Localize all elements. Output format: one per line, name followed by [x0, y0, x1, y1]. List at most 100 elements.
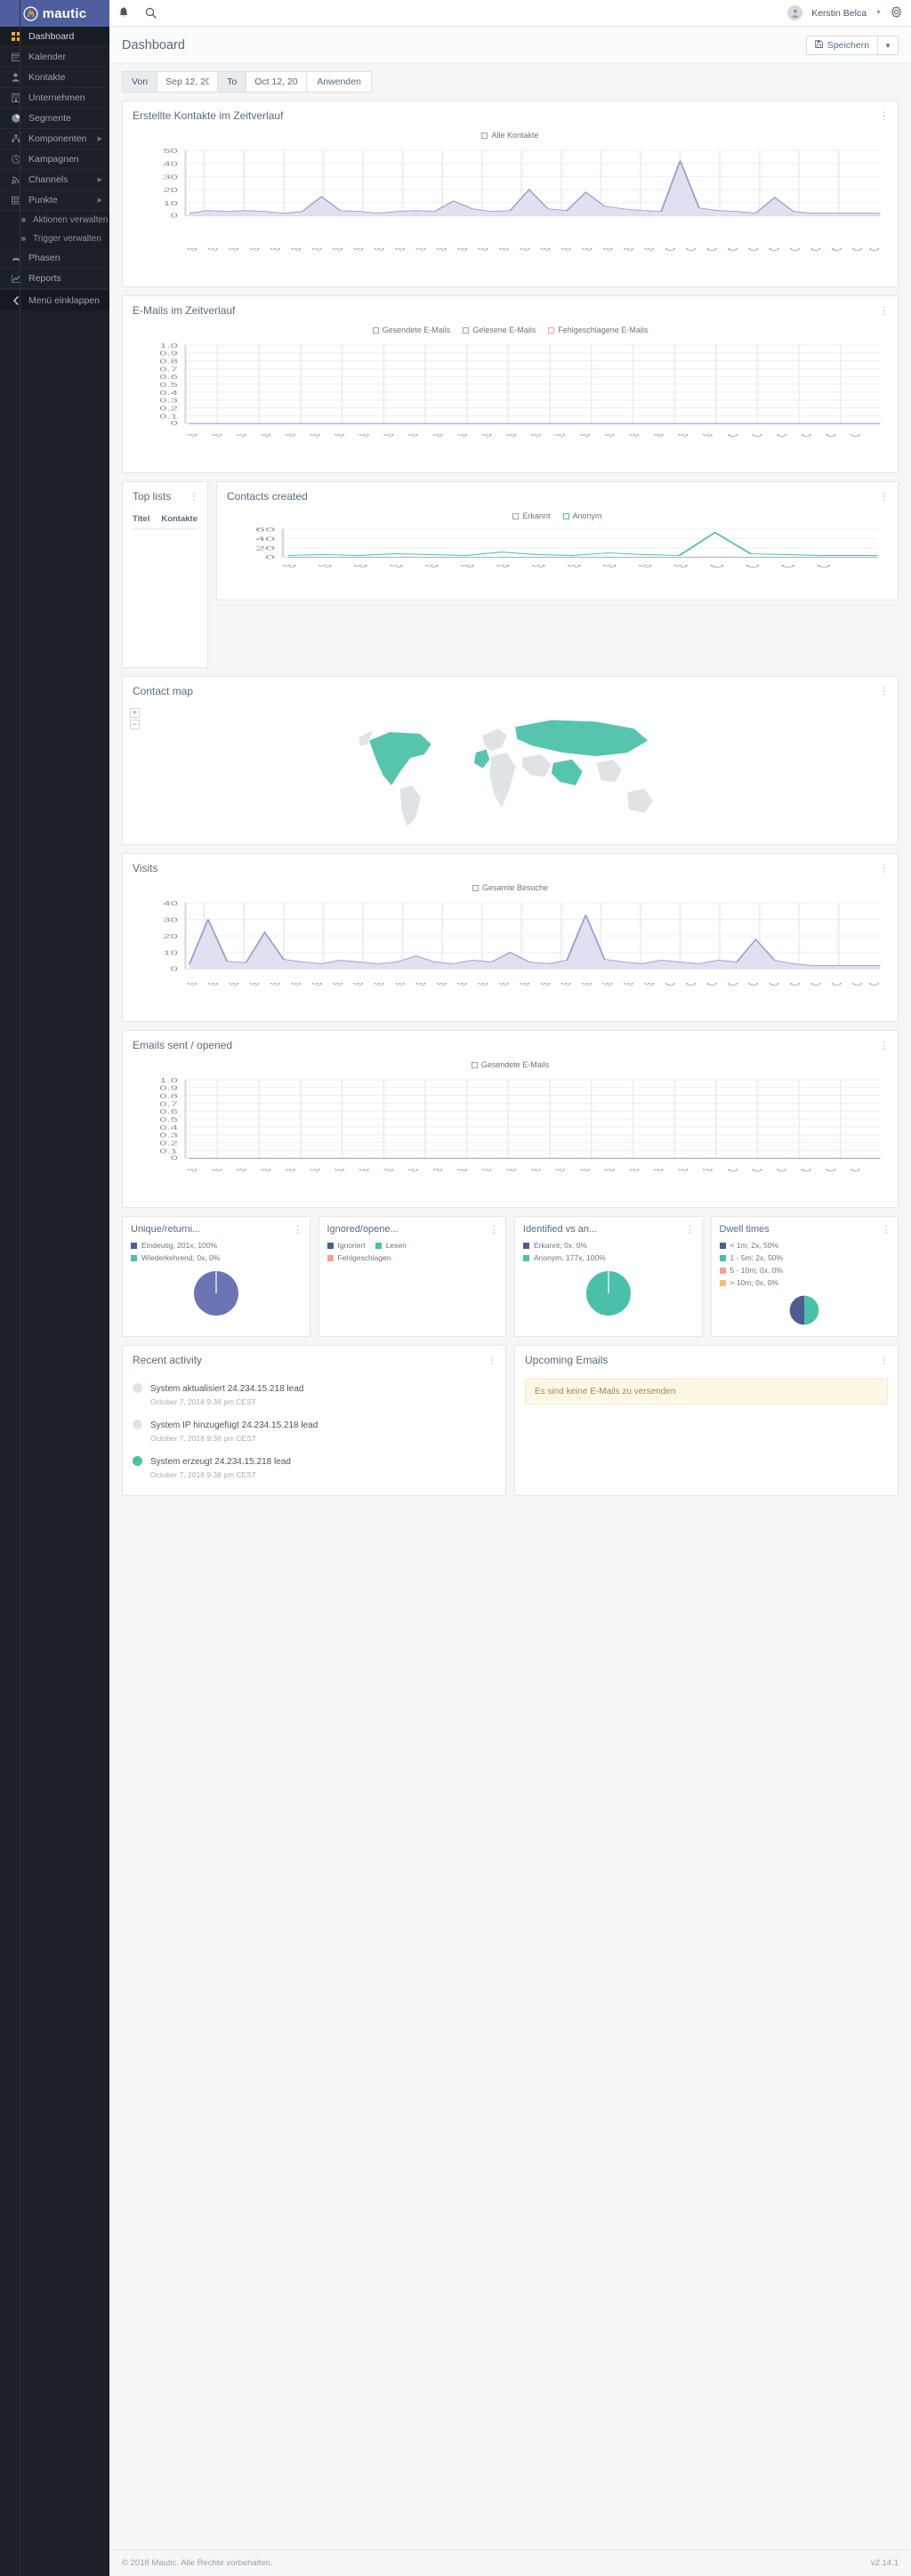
map-zoom-out-button[interactable]: −	[130, 720, 140, 729]
widget-header: Emails sent / opened ⋮	[123, 1031, 898, 1057]
date-from-input[interactable]	[157, 72, 219, 92]
legend-item[interactable]: Erkannt	[512, 511, 551, 520]
caret-down-icon[interactable]: ▼	[875, 10, 882, 16]
widget-title: Ignored/opene...	[327, 1224, 399, 1235]
svg-text:0.7: 0.7	[159, 366, 178, 373]
legend-item[interactable]: Gesendete E-Mails	[372, 326, 450, 334]
copyright-text: © 2018 Mautic. Alle Rechte vorbehalten.	[122, 2558, 273, 2568]
legend-item[interactable]: Gelesene E-Mails	[463, 326, 536, 334]
bell-icon[interactable]	[118, 7, 129, 19]
legend-item[interactable]: Gesamte Besuche	[472, 883, 548, 892]
chart-area: 50 40 30 20 10 0 Sep 8, 18Sep 9, 18	[133, 143, 888, 278]
kebab-icon[interactable]: ⋮	[881, 1224, 891, 1235]
legend-item[interactable]: Anonym	[562, 511, 602, 520]
widget-header: Visits ⋮	[123, 854, 898, 880]
kebab-icon[interactable]: ⋮	[487, 1355, 497, 1365]
widget-emails-over-time: E-Mails im Zeitverlauf ⋮ Gesendete E-Mai…	[122, 295, 899, 473]
sidebar-item-segmente[interactable]: Segmente	[0, 109, 109, 129]
kebab-icon[interactable]: ⋮	[879, 1040, 890, 1051]
sidebar-item-komponenten[interactable]: Komponenten ▶	[0, 129, 109, 149]
kebab-icon[interactable]: ⋮	[879, 305, 890, 316]
legend-item[interactable]: Gesendete E-Mails	[471, 1060, 550, 1069]
legend-swatch	[481, 132, 488, 139]
dashboard-content: Erstellte Kontakte im Zeitverlauf ⋮ Alle…	[109, 93, 911, 1504]
column-header-contacts: Kontakte	[153, 510, 198, 529]
sidebar-item-kalender[interactable]: Kalender	[0, 47, 109, 68]
widget-header: Recent activity ⋮	[123, 1346, 505, 1372]
sidebar-subitem-trigger-verwalten[interactable]: Trigger verwalten	[0, 229, 109, 248]
sidebar-collapse-button[interactable]: Menü einklappen	[0, 289, 109, 310]
avatar[interactable]	[787, 5, 803, 20]
dwell-times-pie	[789, 1295, 819, 1325]
sidebar-subitem-aktionen-verwalten[interactable]: Aktionen verwalten	[0, 211, 109, 229]
svg-text:0.5: 0.5	[159, 1117, 178, 1123]
save-button[interactable]: Speichern	[805, 36, 879, 55]
kebab-icon[interactable]: ⋮	[879, 686, 890, 696]
widget-header: Unique/returni... ⋮	[123, 1217, 310, 1238]
widget-header: Dwell times ⋮	[712, 1217, 899, 1238]
save-dropdown-button[interactable]: ▼	[878, 36, 899, 55]
legend-swatch	[523, 1242, 529, 1249]
kebab-icon[interactable]: ⋮	[879, 491, 890, 502]
legend-label: Wiederkehrend, 0x, 0%	[141, 1253, 221, 1263]
legend-label: Gelesene E-Mails	[472, 326, 536, 334]
apply-button[interactable]: Anwenden	[307, 72, 371, 92]
chart-legend: Gesendete E-Mails Gelesene E-Mails Fehlg…	[133, 326, 888, 334]
sidebar-item-reports[interactable]: Reports	[0, 269, 109, 289]
user-name-label[interactable]: Kerstin Belca	[811, 8, 867, 19]
kebab-icon[interactable]: ⋮	[685, 1224, 696, 1235]
widget-title: Dwell times	[719, 1224, 770, 1235]
legend-label: Gesendete E-Mails	[480, 1060, 550, 1069]
svg-text:0: 0	[265, 554, 275, 560]
widget-visits: Visits ⋮ Gesamte Besuche 40 30 20 10 0	[122, 853, 899, 1022]
widget-identified-vs-anonymous: Identified vs an... ⋮ Erkannt; 0x, 0% An…	[514, 1216, 703, 1338]
sidebar-item-unternehmen[interactable]: Unternehmen	[0, 88, 109, 109]
svg-text:30: 30	[163, 174, 178, 181]
x-axis-labels: Sep 8, 18Sep 9, 18 Sep 10, 18Sep 11, 18 …	[184, 248, 888, 253]
kebab-icon[interactable]: ⋮	[293, 1224, 303, 1235]
date-to-label: To	[218, 72, 247, 92]
sidebar-item-dashboard[interactable]: Dashboard	[0, 27, 109, 47]
legend-swatch	[719, 1242, 726, 1249]
kebab-icon[interactable]: ⋮	[879, 110, 890, 121]
kebab-icon[interactable]: ⋮	[189, 491, 199, 502]
kebab-icon[interactable]: ⋮	[879, 1355, 890, 1365]
widget-emails-sent-opened: Emails sent / opened ⋮ Gesendete E-Mails	[122, 1030, 899, 1208]
widget-ignored-opened: Ignored/opene... ⋮ Ignoriert Lesen Fehlg	[318, 1216, 506, 1338]
map-zoom-in-button[interactable]: +	[130, 708, 140, 718]
sidebar-item-phasen[interactable]: Phasen	[0, 248, 109, 269]
sidebar-item-label: Phasen	[28, 253, 60, 263]
svg-text:0.1: 0.1	[159, 414, 178, 420]
widget-unique-returning: Unique/returni... ⋮ Eindeutig, 201x, 100…	[122, 1216, 310, 1338]
bullet-icon	[21, 218, 26, 222]
list-item[interactable]: System IP hinzugefügt 24.234.15.218 lead…	[133, 1412, 496, 1448]
main-area: Kerstin Belca ▼ Dashboard Speichern ▼ Vo…	[109, 0, 911, 2576]
legend-label: Eindeutig, 201x, 100%	[141, 1241, 218, 1250]
date-to-input[interactable]	[246, 72, 308, 92]
page-header: Dashboard Speichern ▼	[109, 27, 911, 64]
list-item[interactable]: System aktualisiert 24.234.15.218 lead O…	[133, 1375, 496, 1412]
sidebar-item-kontakte[interactable]: Kontakte	[0, 68, 109, 88]
legend-item: 5 - 10m; 0x, 0%	[719, 1264, 891, 1276]
chart-legend: Gesendete E-Mails	[133, 1060, 888, 1069]
svg-text:20: 20	[163, 934, 178, 940]
gear-icon[interactable]	[891, 5, 902, 20]
kebab-icon[interactable]: ⋮	[879, 863, 890, 873]
kebab-icon[interactable]: ⋮	[488, 1224, 499, 1235]
svg-text:Oct 6, 18: Oct 6, 18	[847, 1169, 888, 1173]
list-item[interactable]: System erzeugt 24.234.15.218 lead Octobe…	[133, 1448, 496, 1485]
legend-item[interactable]: Alle Kontakte	[481, 131, 539, 140]
world-map[interactable]	[130, 706, 891, 835]
sidebar-item-punkte[interactable]: Punkte ▶	[0, 190, 109, 211]
gridlines	[185, 344, 881, 424]
chart-area: 1.0 0.9 0.8 0.7 0.6 0.5 0.4 0.3 0.2 0.1 …	[133, 338, 888, 464]
sidebar-item-channels[interactable]: Channels ▶	[0, 170, 109, 190]
legend-item[interactable]: Fehlgeschlagene E-Mails	[548, 326, 648, 334]
svg-text:60: 60	[255, 527, 275, 533]
search-icon[interactable]	[145, 7, 157, 19]
widget-body: Gesendete E-Mails 1.0 0.9 0.8 0.7 0.6 0.…	[123, 1057, 898, 1207]
brand-logo-area[interactable]: mautic	[0, 0, 109, 27]
activity-bullet-icon	[133, 1420, 142, 1430]
chart-area: 1.0 0.9 0.8 0.7 0.6 0.5 0.4 0.3 0.2 0.1 …	[133, 1073, 888, 1199]
sidebar-item-kampagnen[interactable]: Kampagnen	[0, 149, 109, 170]
